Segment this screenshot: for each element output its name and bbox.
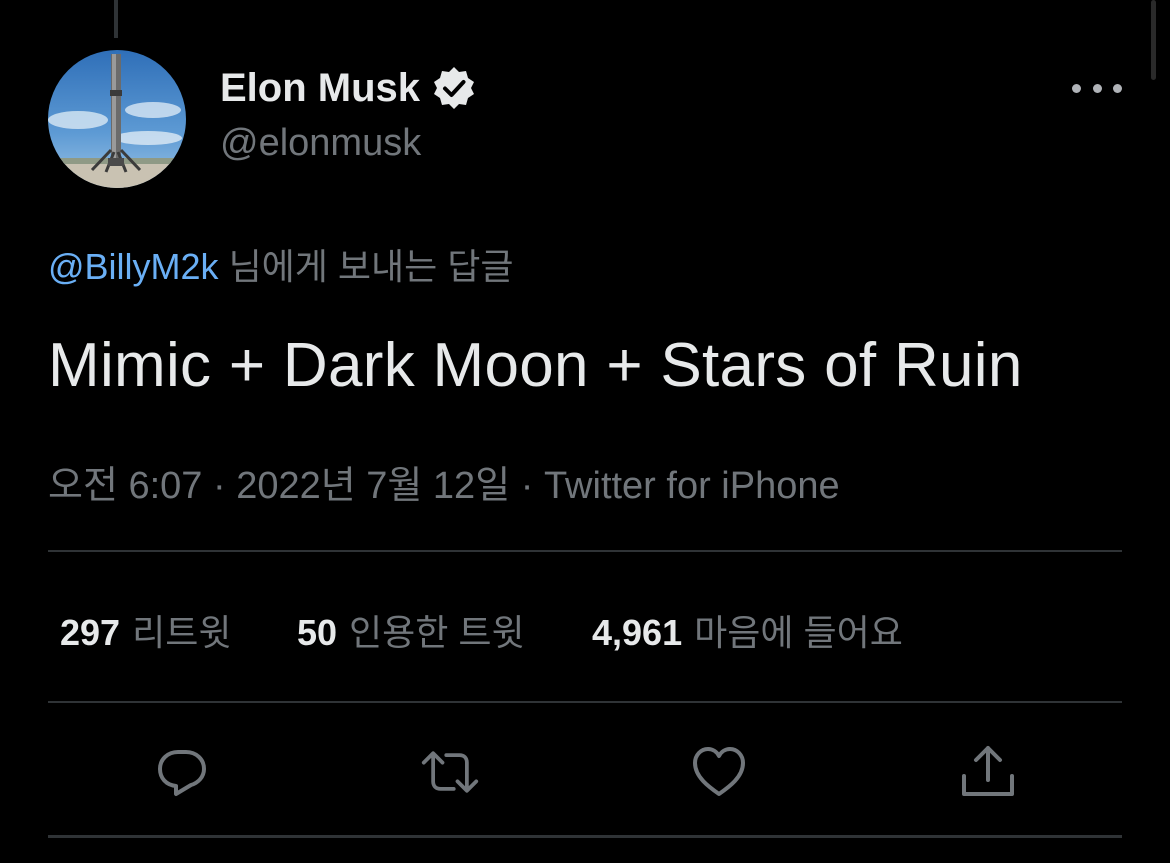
- retweets-label: 리트윗: [132, 612, 232, 653]
- rocket-avatar-icon: [48, 50, 186, 188]
- quotes-label: 인용한 트윗: [349, 612, 525, 653]
- meta-separator: ·: [202, 465, 237, 507]
- tweet-source[interactable]: Twitter for iPhone: [544, 465, 840, 507]
- likes-label: 마음에 들어요: [694, 612, 903, 653]
- author-handle[interactable]: @elonmusk: [220, 122, 421, 165]
- replying-to-line: @BillyM2k 님에게 보내는 답글: [48, 238, 514, 290]
- divider: [48, 701, 1122, 703]
- reply-icon: [158, 750, 206, 796]
- divider: [48, 550, 1122, 552]
- retweet-button[interactable]: [420, 742, 480, 802]
- thread-connector-line: [114, 0, 118, 38]
- more-dot-icon: [1072, 83, 1081, 93]
- divider: [48, 835, 1122, 838]
- retweet-icon: [421, 751, 479, 793]
- tweet-text: Mimic + Dark Moon + Stars of Ruin: [48, 331, 1023, 400]
- more-dot-icon: [1113, 83, 1122, 93]
- tweet-meta: 오전 6:07 · 2022년 7월 12일 · Twitter for iPh…: [48, 454, 840, 509]
- more-options-button[interactable]: [1072, 74, 1122, 102]
- quotes-stat[interactable]: 50 인용한 트윗: [297, 604, 525, 656]
- quotes-count: 50: [297, 612, 338, 653]
- author-display-name[interactable]: Elon Musk: [220, 66, 420, 111]
- meta-separator: ·: [510, 465, 544, 507]
- tweet-time[interactable]: 오전 6:07: [48, 465, 202, 507]
- reply-suffix-text: 님에게 보내는 답글: [218, 246, 514, 287]
- scrollbar[interactable]: [1151, 0, 1156, 80]
- author-name-row[interactable]: Elon Musk: [220, 64, 478, 112]
- retweets-stat[interactable]: 297 리트윗: [60, 604, 231, 656]
- like-button[interactable]: [689, 742, 749, 802]
- likes-stat[interactable]: 4,961 마음에 들어요: [592, 604, 903, 656]
- avatar[interactable]: [48, 50, 186, 188]
- reply-button[interactable]: [152, 742, 212, 802]
- likes-count: 4,961: [592, 612, 683, 653]
- reply-mention-link[interactable]: @BillyM2k: [48, 246, 219, 287]
- tweet-date[interactable]: 2022년 7월 12일: [236, 465, 510, 507]
- heart-icon: [693, 747, 745, 796]
- share-icon: [962, 746, 1014, 796]
- retweets-count: 297: [60, 612, 121, 653]
- share-button[interactable]: [958, 742, 1018, 802]
- verified-badge-icon: [430, 64, 478, 112]
- more-dot-icon: [1092, 83, 1102, 93]
